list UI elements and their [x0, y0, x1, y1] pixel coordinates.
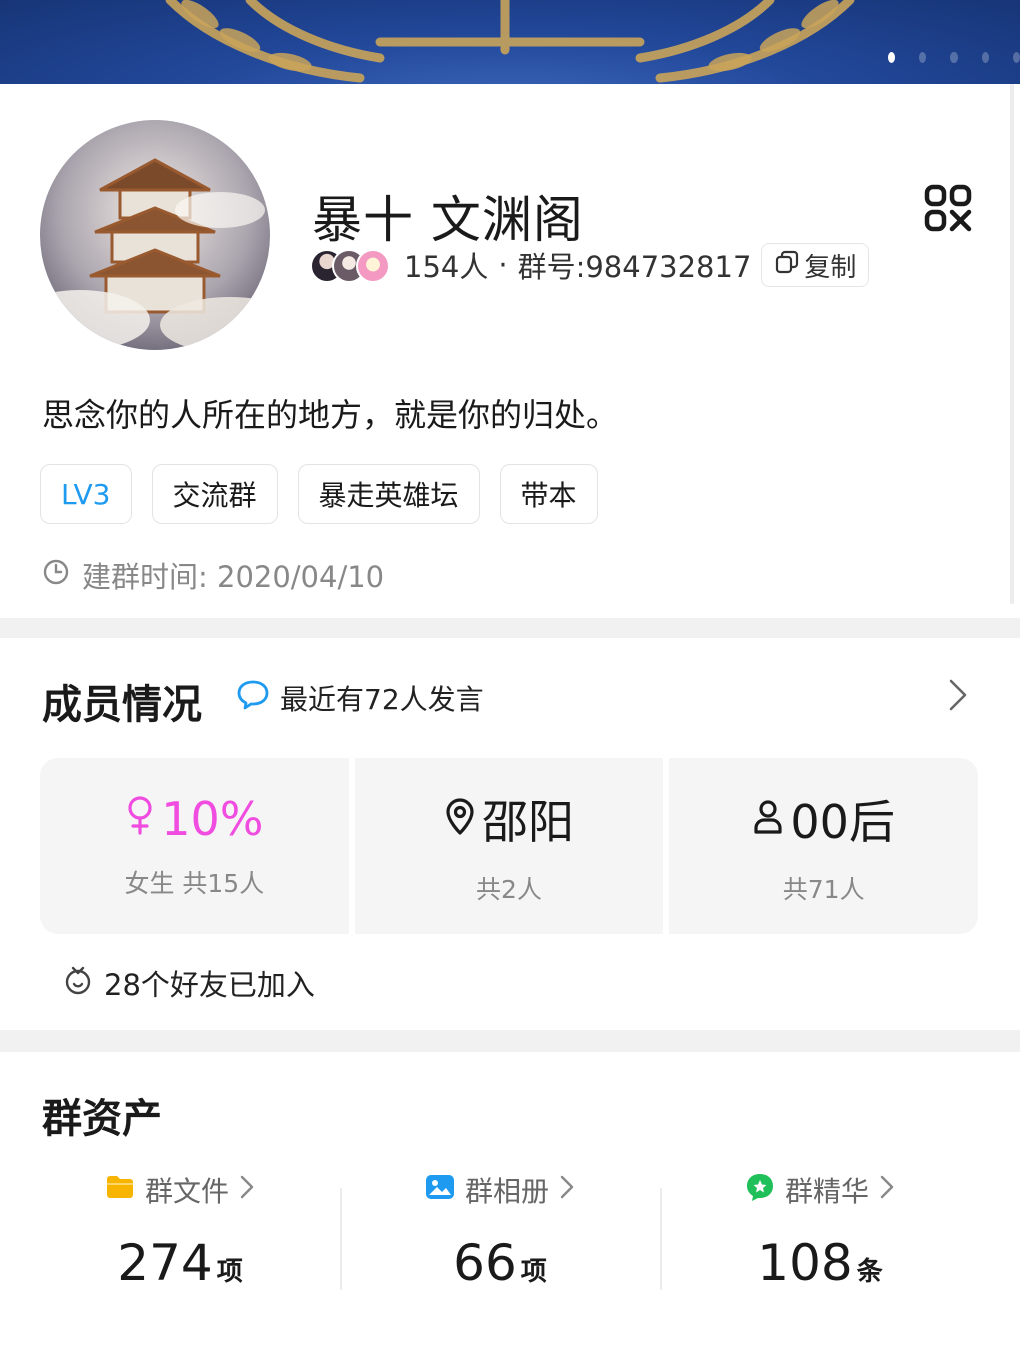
stat-gender[interactable]: 10% 女生 共15人: [40, 758, 349, 934]
person-icon: [752, 792, 784, 846]
assets-section: 群资产 群文件 274 项 群相册 66 项 群精华 108 条: [0, 1052, 1020, 1360]
asset-album-value: 66 项: [453, 1234, 547, 1292]
asset-files-count: 274: [117, 1234, 213, 1292]
copy-icon: [774, 249, 800, 282]
photo-album-icon: [425, 1174, 455, 1207]
group-avatar[interactable]: [40, 120, 270, 350]
section-divider: [0, 1030, 1020, 1052]
asset-album[interactable]: 群相册 66 项: [340, 1170, 660, 1300]
copy-group-id-button[interactable]: 复制: [761, 243, 870, 287]
group-tags: LV3 交流群 暴走英雄坛 带本: [40, 464, 598, 524]
asset-album-name: 群相册: [464, 1175, 549, 1208]
tag-game[interactable]: 暴走英雄坛: [297, 464, 480, 524]
tag-level[interactable]: LV3: [40, 464, 132, 524]
stat-age-sub: 共71人: [782, 875, 865, 904]
asset-essence-unit: 条: [856, 1257, 883, 1287]
asset-essence-name: 群精华: [784, 1175, 869, 1208]
chevron-right-icon: [559, 1174, 575, 1207]
assets-title: 群资产: [42, 1096, 162, 1142]
asset-files[interactable]: 群文件 274 项: [20, 1170, 340, 1300]
asset-files-label: 群文件: [105, 1170, 255, 1210]
section-divider: [0, 618, 1020, 638]
pager-dot[interactable]: [919, 52, 927, 63]
group-id: 群号:984732817: [517, 250, 752, 284]
asset-essence-label: 群精华: [745, 1170, 895, 1210]
location-pin-icon: [444, 792, 476, 846]
pager-dot[interactable]: [950, 52, 958, 63]
asset-essence[interactable]: 群精华 108 条: [660, 1170, 980, 1300]
chevron-right-icon: [239, 1174, 255, 1207]
qr-code-icon[interactable]: [924, 184, 972, 232]
pager-dot[interactable]: [981, 52, 989, 63]
created-date-row: 建群时间: 2020/04/10: [42, 554, 384, 596]
asset-album-count: 66: [453, 1234, 517, 1292]
chat-bubble-icon: [236, 679, 270, 718]
banner-emblem-image: [165, 0, 855, 83]
copy-label: 复制: [804, 252, 857, 283]
avatar: [356, 249, 390, 283]
stat-location-main: 邵阳: [444, 786, 574, 852]
members-title: 成员情况: [42, 682, 202, 728]
meta-separator: ·: [498, 248, 508, 282]
asset-grid: 群文件 274 项 群相册 66 项 群精华 108 条: [20, 1170, 980, 1300]
stat-gender-value: 10%: [161, 792, 264, 846]
asset-files-name: 群文件: [144, 1175, 229, 1208]
chevron-right-icon[interactable]: [946, 678, 970, 712]
stat-age-value: 00后: [790, 795, 895, 849]
group-banner[interactable]: [0, 0, 1020, 84]
group-description: 思念你的人所在的地方，就是你的归处。: [42, 396, 619, 434]
group-meta-row: 154人 · 群号:984732817 复制: [310, 242, 870, 288]
pager-dot[interactable]: [888, 52, 896, 63]
essence-icon: [745, 1172, 775, 1209]
asset-album-label: 群相册: [425, 1170, 575, 1210]
tag-category[interactable]: 交流群: [151, 464, 278, 524]
stat-gender-main: 10%: [125, 792, 263, 846]
member-count[interactable]: 154人: [404, 244, 488, 286]
created-date-text: 建群时间: 2020/04/10: [82, 560, 385, 594]
stat-location-sub: 共2人: [476, 875, 542, 904]
female-icon: [125, 792, 155, 846]
recent-speakers-text: 最近有72人发言: [280, 683, 484, 716]
friends-icon: [64, 964, 92, 1003]
friends-joined-text: 28个好友已加入: [104, 968, 315, 1002]
chevron-right-icon: [879, 1174, 895, 1207]
member-avatar-stack[interactable]: [310, 245, 390, 285]
asset-files-value: 274 项: [117, 1234, 242, 1292]
asset-files-unit: 项: [216, 1257, 243, 1287]
recent-speakers: 最近有72人发言: [236, 678, 484, 718]
friends-joined[interactable]: 28个好友已加入: [64, 962, 315, 1004]
stat-age[interactable]: 00后 共71人: [669, 758, 978, 934]
scrollbar[interactable]: [1010, 84, 1014, 604]
asset-album-unit: 项: [520, 1257, 547, 1287]
banner-pager: [840, 52, 1020, 64]
pager-dot[interactable]: [1012, 52, 1020, 63]
clock-icon: [42, 558, 70, 593]
asset-essence-count: 108: [757, 1234, 853, 1292]
members-section[interactable]: 成员情况 最近有72人发言 10% 女生 共15人 邵阳 共2人 00后 共71…: [0, 638, 1020, 1030]
folder-icon: [105, 1174, 135, 1207]
stat-gender-sub: 女生 共15人: [124, 869, 265, 898]
group-profile-card: 暴十 文渊阁 154人 · 群号:984732817 复制 思念你的人所在的地方…: [0, 84, 1020, 618]
stat-location-value: 邵阳: [482, 795, 574, 849]
asset-essence-value: 108 条: [757, 1234, 882, 1292]
member-stats: 10% 女生 共15人 邵阳 共2人 00后 共71人: [40, 758, 978, 934]
stat-age-main: 00后: [752, 786, 895, 852]
tag-activity[interactable]: 带本: [499, 464, 598, 524]
stat-location[interactable]: 邵阳 共2人: [354, 758, 664, 934]
